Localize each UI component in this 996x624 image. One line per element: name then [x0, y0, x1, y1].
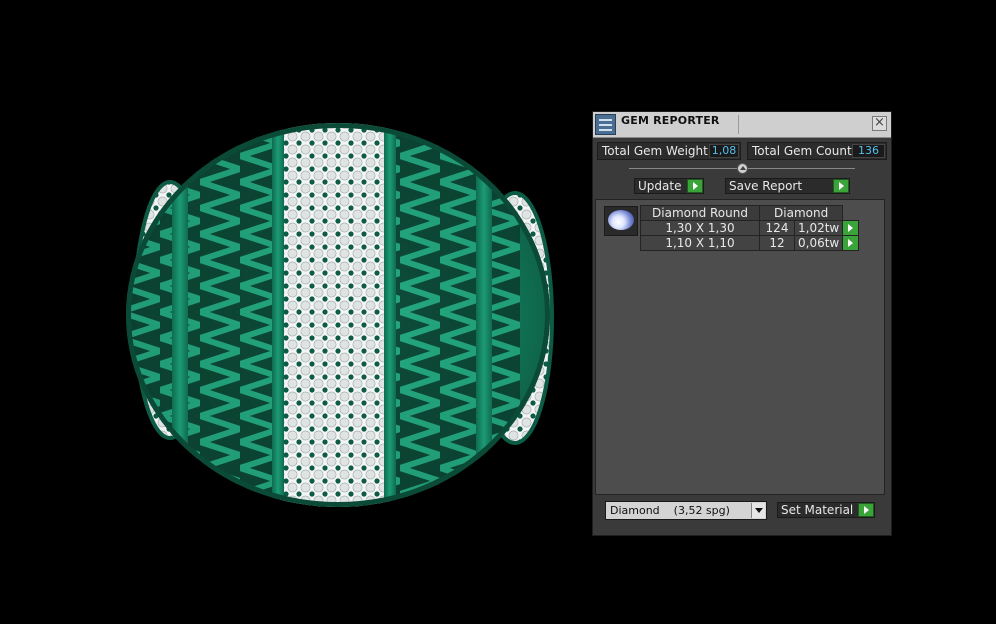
gem-sphere-model	[126, 123, 554, 507]
material-select-value: Diamond (3,52 spg)	[610, 504, 730, 517]
panel-title: GEM REPORTER	[621, 114, 720, 127]
row-select-go-icon[interactable]	[842, 220, 860, 236]
total-gem-count-value: 136	[852, 144, 885, 158]
gem-size-cell: 1,10 X 1,10	[640, 235, 760, 251]
chevron-down-icon[interactable]	[751, 503, 765, 518]
set-material-go-icon[interactable]	[858, 503, 874, 517]
title-separator	[738, 115, 739, 134]
gem-weight-cell: 0,06tw	[793, 235, 844, 251]
diamond-gem-icon	[604, 206, 638, 236]
gem-reporter-panel: GEM REPORTER × Total Gem Weight 1,08 Tot…	[592, 111, 892, 536]
material-select[interactable]: Diamond (3,52 spg)	[605, 501, 767, 520]
update-button-label: Update	[638, 179, 682, 193]
table-row[interactable]: 1,30 X 1,30 124 1,02tw	[640, 220, 860, 236]
gem-reporter-logo-icon	[595, 114, 616, 135]
update-button[interactable]: Update	[634, 178, 704, 194]
save-report-button-label: Save Report	[729, 179, 803, 193]
gem-size-cell: 1,30 X 1,30	[640, 220, 760, 236]
close-icon[interactable]: ×	[872, 116, 887, 131]
update-go-icon[interactable]	[687, 179, 703, 193]
gem-count-cell: 124	[759, 220, 795, 236]
total-gem-count-label: Total Gem Count	[752, 144, 852, 158]
total-gem-weight-label: Total Gem Weight	[602, 144, 708, 158]
total-gem-weight-value: 1,08	[709, 144, 739, 158]
gem-material-header: Diamond	[758, 205, 844, 221]
set-material-button-label: Set Material	[781, 503, 854, 517]
total-gem-weight: Total Gem Weight 1,08	[597, 142, 741, 160]
panel-titlebar[interactable]: GEM REPORTER ×	[593, 112, 891, 138]
set-material-button[interactable]: Set Material	[777, 502, 875, 518]
collapse-toggle-icon[interactable]	[737, 163, 748, 174]
gem-table-header: Diamond Round Diamond	[640, 205, 859, 221]
gem-weight-cell: 1,02tw	[793, 220, 844, 236]
save-report-button[interactable]: Save Report	[725, 178, 850, 194]
total-gem-count: Total Gem Count 136	[747, 142, 887, 160]
gem-list-area[interactable]: Diamond Round Diamond 1,30 X 1,30 124 1,…	[595, 199, 885, 495]
3d-viewport[interactable]	[0, 0, 590, 624]
gem-count-cell: 12	[759, 235, 795, 251]
gem-shape-header: Diamond Round	[640, 205, 760, 221]
row-select-go-icon[interactable]	[842, 235, 860, 251]
gem-table: Diamond Round Diamond 1,30 X 1,30 124 1,…	[640, 205, 860, 251]
table-row[interactable]: 1,10 X 1,10 12 0,06tw	[640, 235, 860, 251]
save-report-go-icon[interactable]	[833, 179, 849, 193]
